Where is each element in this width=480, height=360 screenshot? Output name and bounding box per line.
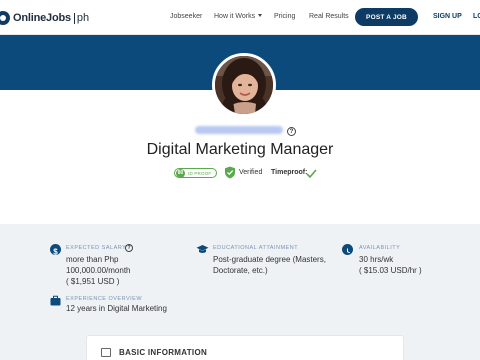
job-title: Digital Marketing Manager [146,141,334,158]
sign-up-link[interactable]: SIGN UP [433,13,462,20]
basic-information-card: BASIC INFORMATION [86,335,404,360]
chevron-down-icon [258,14,263,17]
experience-value: 12 years in Digital Marketing [66,304,167,313]
site-logo[interactable]: OnlineJobs ph [0,9,89,27]
verified-shield-icon [225,166,235,179]
id-proof-score: 80 [176,168,185,178]
availability-line-1: 30 hrs/wk [359,255,394,264]
verified-label: Verified [239,169,263,176]
experience-label: EXPERIENCE OVERVIEW [66,296,143,302]
top-navbar: OnlineJobs ph Jobseeker How it Works Pri… [0,0,480,35]
education-line-2: Doctorate, etc.) [213,266,268,275]
id-card-icon [101,348,111,357]
education-line-1: Post-graduate degree (Masters, [213,255,326,264]
availability-line-2: ( $15.03 USD/hr ) [359,266,422,275]
clock-icon [342,244,353,255]
logo-divider [73,12,75,24]
nav-link-how-it-works-label: How it Works [214,13,256,20]
salary-line-2: 100,000.00/month [66,266,131,275]
salary-line-3: ( $1,951 USD ) [66,277,120,286]
clock-glyph [347,248,351,254]
avatar-photo [215,56,273,114]
logo-suffix: ph [76,12,90,24]
timeproof-label: Timeproof: [271,169,308,176]
timeproof-check-icon [306,169,317,178]
availability-label: AVAILABILITY [359,245,401,251]
education-label: EDUCATIONAL ATTAINMENT [213,245,299,251]
nav-link-pricing[interactable]: Pricing [274,13,295,20]
graduation-cap-icon [196,245,209,253]
dollar-icon: $ [50,244,61,257]
briefcase-icon [50,295,61,306]
id-proof-badge: 80 ID PROOF [174,168,217,178]
salary-label: EXPECTED SALARY [66,245,127,251]
salary-line-1: more than Php [66,255,119,264]
salary-help-icon[interactable]: ? [125,244,133,252]
dollar-glyph: $ [53,248,58,257]
post-a-job-button[interactable]: POST A JOB [355,8,418,26]
help-icon[interactable]: ? [287,127,296,136]
basic-information-title: BASIC INFORMATION [119,348,208,357]
nav-link-real-results[interactable]: Real Results [309,13,349,20]
logo-text: OnlineJobs [13,12,71,24]
login-link[interactable]: LO [473,13,480,20]
blurred-name [195,126,283,134]
nav-link-how-it-works[interactable]: How it Works [214,13,263,20]
logo-globe-icon [0,11,10,25]
svg-text:$: $ [53,248,58,257]
id-proof-label: ID PROOF [188,170,212,176]
profile-avatar [212,53,276,117]
nav-link-jobseeker[interactable]: Jobseeker [170,13,202,20]
